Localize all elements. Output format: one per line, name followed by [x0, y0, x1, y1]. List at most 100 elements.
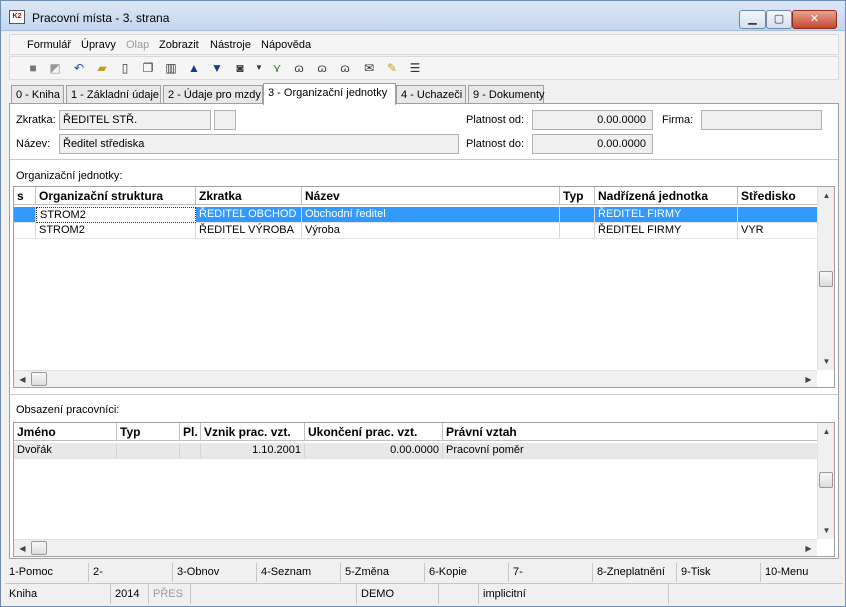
tab-dokumenty[interactable]: 9 - Dokumenty: [468, 85, 545, 104]
scroll-left-icon[interactable]: ◀: [14, 371, 31, 387]
fkey-7[interactable]: 7-: [509, 563, 593, 582]
nazev-field[interactable]: Ředitel střediska: [59, 134, 459, 154]
open-folder-icon[interactable]: ▰: [94, 60, 110, 76]
scroll-thumb[interactable]: [31, 372, 47, 386]
menu-upravy[interactable]: Úpravy: [81, 39, 116, 51]
menu-nastroje[interactable]: Nástroje: [210, 39, 251, 51]
scroll-thumb[interactable]: [819, 472, 833, 488]
zkratka-label: Zkratka:: [16, 114, 56, 126]
cell-stredisko: VYR: [738, 223, 819, 239]
menu-zobrazit[interactable]: Zobrazit: [159, 39, 199, 51]
tab-kniha[interactable]: 0 - Kniha: [11, 85, 64, 104]
scroll-right-icon[interactable]: ▶: [800, 540, 817, 556]
tab-organizacni-jednotky[interactable]: 3 - Organizační jednotky: [263, 83, 396, 105]
cell-nazev: Obchodní ředitel: [302, 207, 560, 223]
org-grid-vscroll[interactable]: ▲ ▼: [817, 187, 834, 370]
scroll-thumb[interactable]: [819, 271, 833, 287]
fkey-9[interactable]: 9-Tisk: [677, 563, 761, 582]
menu-napoveda[interactable]: Nápověda: [261, 39, 311, 51]
platnost-od-field[interactable]: 0.00.0000: [532, 110, 653, 130]
fkey-1[interactable]: 1-Pomoc: [5, 563, 89, 582]
status-book: Kniha: [5, 584, 111, 604]
employees-grid-vscroll[interactable]: ▲ ▼: [817, 423, 834, 539]
col-header-typ[interactable]: Typ: [117, 423, 180, 441]
save-as-icon[interactable]: ◩: [47, 60, 63, 76]
cell-s: [14, 223, 36, 239]
status-bar: Kniha 2014 PŘES DEMO implicitní: [5, 583, 843, 604]
employees-grid-hscroll[interactable]: ◀ ▶: [14, 539, 817, 556]
col-header-zkratka[interactable]: Zkratka: [196, 187, 302, 205]
menu-formular[interactable]: Formulář: [27, 39, 71, 51]
fkey-5[interactable]: 5-Změna: [341, 563, 425, 582]
app-window: K2 Pracovní místa - 3. strana ▁ ▢ ✕ Form…: [0, 0, 846, 607]
arrow-up-icon[interactable]: ▲: [186, 60, 202, 76]
fkey-8[interactable]: 8-Zneplatnění: [593, 563, 677, 582]
col-header-org-struktura[interactable]: Organizační struktura: [36, 187, 196, 205]
platnost-do-label: Platnost do:: [466, 138, 525, 150]
scroll-down-icon[interactable]: ▼: [818, 353, 834, 370]
fkey-2[interactable]: 2-: [89, 563, 173, 582]
tab-zakladni-udaje[interactable]: 1 - Základní údaje: [66, 85, 161, 104]
binoculars-all-icon[interactable]: ɷ: [337, 60, 353, 76]
menu-olap[interactable]: Olap: [126, 39, 149, 51]
cell-stredisko: [738, 207, 819, 223]
fkey-6[interactable]: 6-Kopie: [425, 563, 509, 582]
close-button[interactable]: ✕: [792, 10, 837, 29]
scroll-thumb[interactable]: [31, 541, 47, 555]
zkratka-extra-field[interactable]: [214, 110, 236, 130]
fkey-10[interactable]: 10-Menu: [761, 563, 843, 582]
dropdown-icon[interactable]: ▼: [251, 60, 267, 76]
scroll-right-icon[interactable]: ▶: [800, 371, 817, 387]
new-document-icon[interactable]: ▯: [117, 60, 133, 76]
filter-icon[interactable]: ⋎: [269, 60, 285, 76]
col-header-vznik[interactable]: Vznik prac. vzt.: [201, 423, 305, 441]
col-header-stredisko[interactable]: Středisko: [738, 187, 819, 205]
tab-udaje-pro-mzdy[interactable]: 2 - Údaje pro mzdy: [163, 85, 263, 104]
maximize-button[interactable]: ▢: [766, 10, 792, 29]
arrow-down-icon[interactable]: ▼: [209, 60, 225, 76]
tab-uchazeci[interactable]: 4 - Uchazeči: [396, 85, 466, 104]
status-database: DEMO: [357, 584, 439, 604]
book-icon[interactable]: ▥: [163, 60, 179, 76]
col-header-ukonceni[interactable]: Ukončení prac. vzt.: [305, 423, 443, 441]
mail-icon[interactable]: ✉: [361, 60, 377, 76]
zkratka-field[interactable]: ŘEDITEL STŘ.: [59, 110, 211, 130]
org-units-grid[interactable]: s Organizační struktura Zkratka Název Ty…: [13, 186, 835, 388]
col-header-nazev[interactable]: Název: [302, 187, 560, 205]
save-icon[interactable]: ■: [25, 60, 41, 76]
col-header-typ[interactable]: Typ: [560, 187, 595, 205]
binoculars-icon[interactable]: ɷ: [291, 60, 307, 76]
copy-icon[interactable]: ❐: [140, 60, 156, 76]
employees-grid[interactable]: Jméno Typ Pl. Vznik prac. vzt. Ukončení …: [13, 422, 835, 557]
col-header-jmeno[interactable]: Jméno: [14, 423, 117, 441]
col-header-nadrizena[interactable]: Nadřízená jednotka: [595, 187, 738, 205]
platnost-do-field[interactable]: 0.00.0000: [532, 134, 653, 154]
cell-s: [14, 207, 36, 223]
fkey-3[interactable]: 3-Obnov: [173, 563, 257, 582]
camera-icon[interactable]: ◙: [232, 60, 248, 76]
org-grid-hscroll[interactable]: ◀ ▶: [14, 370, 817, 387]
col-header-s[interactable]: s: [14, 187, 36, 205]
firma-field[interactable]: [701, 110, 822, 130]
minimize-button[interactable]: ▁: [739, 10, 766, 29]
scroll-up-icon[interactable]: ▲: [818, 187, 834, 204]
scroll-left-icon[interactable]: ◀: [14, 540, 31, 556]
cell-vznik: 1.10.2001: [201, 443, 305, 459]
grid-divider: [10, 394, 838, 395]
binoculars-next-icon[interactable]: ɷ: [314, 60, 330, 76]
col-header-pravni-vztah[interactable]: Právní vztah: [443, 423, 819, 441]
cell-typ: [117, 443, 180, 459]
status-year: 2014: [111, 584, 149, 604]
undo-icon[interactable]: ↶: [71, 60, 87, 76]
col-header-pl[interactable]: Pl.: [180, 423, 201, 441]
fkey-4[interactable]: 4-Seznam: [257, 563, 341, 582]
title-bar[interactable]: K2 Pracovní místa - 3. strana ▁ ▢ ✕: [1, 1, 845, 31]
platnost-od-label: Platnost od:: [466, 114, 525, 126]
scroll-up-icon[interactable]: ▲: [818, 423, 834, 440]
status-empty-1: [191, 584, 357, 604]
menu-lines-icon[interactable]: ☰: [407, 60, 423, 76]
edit-folder-icon[interactable]: ✎: [384, 60, 400, 76]
nazev-label: Název:: [16, 138, 51, 150]
cell-nadrizena: ŘEDITEL FIRMY: [595, 223, 738, 239]
scroll-down-icon[interactable]: ▼: [818, 522, 834, 539]
